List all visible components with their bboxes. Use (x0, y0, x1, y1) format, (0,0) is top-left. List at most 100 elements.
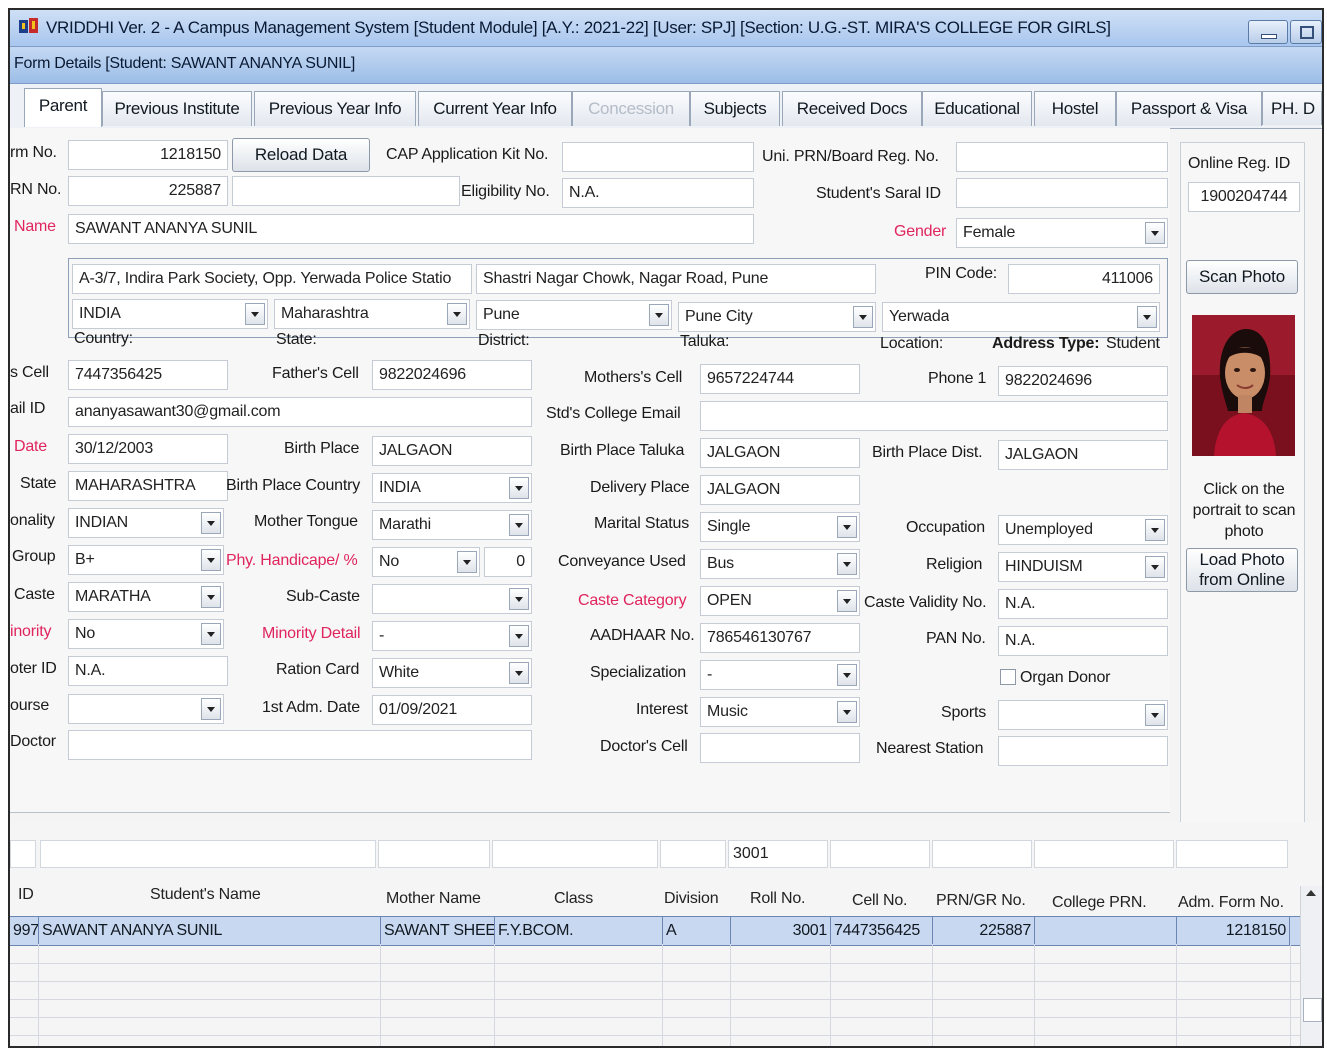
nationality-select[interactable]: INDIAN (68, 508, 224, 538)
filter-cell-form-no[interactable] (1176, 840, 1288, 868)
table-row[interactable]: 997 SAWANT ANANYA SUNIL SAWANT SHEE F.Y.… (10, 916, 1300, 946)
father-cell-field[interactable]: 9822024696 (372, 360, 532, 390)
filter-cell-division[interactable] (660, 840, 726, 868)
eligibility-field[interactable]: N.A. (562, 178, 754, 208)
name-field[interactable]: SAWANT ANANYA SUNIL (68, 214, 754, 244)
tab-subjects[interactable]: Subjects (690, 91, 780, 126)
marital-status-select[interactable]: Single (700, 512, 860, 542)
column-header-form-no[interactable]: Adm. Form No. (1178, 894, 1284, 912)
scan-photo-button[interactable]: Scan Photo (1186, 260, 1298, 294)
caste-select[interactable]: MARATHA (68, 582, 224, 612)
online-reg-id-field[interactable]: 1900204744 (1188, 182, 1300, 212)
column-header-id[interactable]: ID (18, 886, 34, 904)
tab-previous-year-info[interactable]: Previous Year Info (254, 91, 416, 126)
scroll-thumb[interactable] (1303, 998, 1322, 1022)
tab-received-docs[interactable]: Received Docs (782, 91, 922, 126)
location-select[interactable]: Yerwada (882, 302, 1160, 332)
sports-select[interactable] (998, 700, 1168, 730)
taluka-select[interactable]: Pune City (678, 302, 876, 332)
birth-place-dist-field[interactable]: JALGAON (998, 440, 1168, 470)
pan-field[interactable]: N.A. (998, 626, 1168, 656)
filter-cell-rollno[interactable]: 3001 (728, 840, 828, 868)
tab-passport-visa[interactable]: Passport & Visa (1116, 91, 1262, 126)
filter-cell-name[interactable] (40, 840, 376, 868)
student-photo[interactable] (1192, 315, 1295, 456)
column-header-prn[interactable]: PRN/GR No. (936, 892, 1026, 910)
column-header-class[interactable]: Class (554, 890, 593, 908)
address-line-2[interactable]: Shastri Nagar Chowk, Nagar Road, Pune (476, 264, 876, 294)
pin-code-field[interactable]: 411006 (1008, 264, 1160, 294)
filter-cell-college-prn[interactable] (1034, 840, 1174, 868)
filter-cell-id[interactable] (10, 840, 36, 868)
column-header-mother[interactable]: Mother Name (386, 890, 481, 908)
course-select[interactable] (68, 694, 224, 724)
doctor-field[interactable] (68, 730, 532, 760)
tab-concession[interactable]: Concession (572, 91, 690, 126)
email-field[interactable]: ananyasawant30@gmail.com (68, 397, 532, 427)
filter-cell-mother[interactable] (378, 840, 490, 868)
filter-cell-prn[interactable] (932, 840, 1032, 868)
aadhaar-field[interactable]: 786546130767 (700, 623, 860, 653)
caste-category-select[interactable]: OPEN (700, 586, 860, 616)
blood-group-select[interactable]: B+ (68, 545, 224, 575)
column-header-rollno[interactable]: Roll No. (750, 890, 806, 908)
grn-field[interactable]: 225887 (68, 176, 228, 206)
tab-hostel[interactable]: Hostel (1034, 91, 1116, 126)
minority-select[interactable]: No (68, 619, 224, 649)
filter-cell-cell[interactable] (830, 840, 930, 868)
minimize-button[interactable] (1248, 20, 1288, 44)
address-line-1[interactable]: A-3/7, Indira Park Society, Opp. Yerwada… (72, 264, 472, 294)
birth-date-field[interactable]: 30/12/2003 (68, 434, 228, 464)
student-cell-field[interactable]: 7447356425 (68, 360, 228, 390)
handicap-select[interactable]: No (372, 547, 480, 577)
birth-place-taluka-field[interactable]: JALGAON (700, 438, 860, 468)
reload-data-button[interactable]: Reload Data (232, 138, 370, 172)
birth-state-field[interactable]: MAHARASHTRA (68, 471, 228, 501)
occupation-select[interactable]: Unemployed (998, 515, 1168, 545)
grn-extra-field[interactable] (232, 176, 460, 206)
religion-select[interactable]: HINDUISM (998, 552, 1168, 582)
form-no-field[interactable]: 1218150 (68, 140, 228, 170)
load-photo-online-button[interactable]: Load Photo from Online (1186, 548, 1298, 592)
first-adm-date-field[interactable]: 01/09/2021 (372, 695, 532, 725)
birth-place-country-select[interactable]: INDIA (372, 473, 532, 503)
gender-select[interactable]: Female (956, 218, 1168, 248)
column-header-division[interactable]: Division (664, 890, 719, 908)
specialization-select[interactable]: - (700, 660, 860, 690)
filter-cell-class[interactable] (492, 840, 658, 868)
conveyance-select[interactable]: Bus (700, 549, 860, 579)
tab-educational[interactable]: Educational (922, 91, 1032, 126)
column-header-college-prn[interactable]: College PRN. (1052, 894, 1147, 912)
scroll-up-icon[interactable] (1306, 890, 1316, 896)
mother-tongue-select[interactable]: Marathi (372, 510, 532, 540)
saral-id-field[interactable] (956, 178, 1168, 208)
mother-cell-field[interactable]: 9657224744 (700, 364, 860, 394)
sub-caste-select[interactable] (372, 584, 532, 614)
phone1-field[interactable]: 9822024696 (998, 366, 1168, 396)
tab-previous-institute[interactable]: Previous Institute (102, 91, 252, 126)
college-email-field[interactable] (700, 401, 1168, 431)
tab-phd[interactable]: PH. D (1262, 91, 1322, 125)
doctor-cell-field[interactable] (700, 733, 860, 763)
caste-validity-field[interactable]: N.A. (998, 589, 1168, 619)
tab-parent[interactable]: Parent (24, 88, 102, 127)
column-header-cellno[interactable]: Cell No. (852, 892, 908, 910)
birth-place-field[interactable]: JALGAON (372, 436, 532, 466)
organ-donor-checkbox[interactable] (1000, 669, 1016, 685)
column-header-name[interactable]: Student's Name (150, 886, 261, 904)
restore-button[interactable] (1290, 20, 1322, 44)
grid-scrollbar[interactable] (1300, 886, 1322, 1046)
nearest-station-field[interactable] (998, 736, 1168, 766)
voter-id-field[interactable]: N.A. (68, 656, 228, 686)
cap-kit-field[interactable] (562, 142, 754, 172)
interest-select[interactable]: Music (700, 697, 860, 727)
handicap-percent-field[interactable]: 0 (484, 547, 532, 577)
ration-card-select[interactable]: White (372, 658, 532, 688)
minority-detail-select[interactable]: - (372, 621, 532, 651)
state-select[interactable]: Maharashtra (274, 299, 470, 329)
district-select[interactable]: Pune (476, 300, 672, 330)
tab-current-year-info[interactable]: Current Year Info (418, 91, 572, 126)
delivery-place-field[interactable]: JALGAON (700, 475, 860, 505)
uni-prn-field[interactable] (956, 142, 1168, 172)
country-select[interactable]: INDIA (72, 299, 268, 329)
